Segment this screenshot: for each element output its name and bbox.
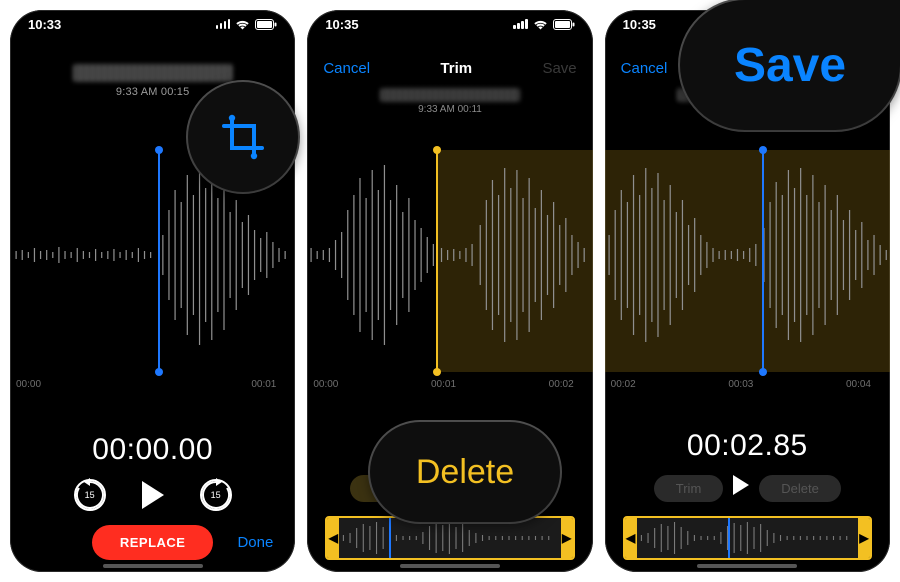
callout-save-label: Save — [680, 0, 900, 130]
trim-mode-row: Trim Delete — [605, 475, 890, 502]
waveform — [605, 140, 890, 370]
strip-handle-right[interactable]: ▶ — [858, 518, 870, 558]
recording-subtitle: 9:33 AM 00:11 — [307, 104, 592, 115]
callout-delete-label: Delete — [370, 422, 560, 522]
home-indicator[interactable] — [697, 564, 797, 568]
transport-controls: 15 15 — [10, 479, 295, 511]
cancel-button[interactable]: Cancel — [621, 60, 668, 77]
trim-handle-left[interactable] — [436, 150, 438, 372]
waveform — [307, 140, 592, 370]
battery-icon — [255, 19, 277, 30]
tutorial-stage: 10:33 9:33 AM 00:15 — [0, 0, 900, 582]
recording-title-redacted — [380, 88, 520, 102]
trim-pill[interactable]: Trim — [654, 475, 724, 502]
status-time: 10:35 — [623, 17, 656, 32]
status-bar: 10:35 — [307, 10, 592, 38]
crop-icon — [220, 114, 266, 160]
strip-handle-left[interactable]: ◀ — [327, 518, 339, 558]
controls-area: 00:02.85 Trim Delete ◀ ▶ — [605, 429, 890, 560]
strip-playhead[interactable] — [389, 518, 391, 558]
play-button[interactable] — [733, 475, 749, 502]
battery-icon — [553, 19, 575, 30]
cancel-button[interactable]: Cancel — [323, 60, 370, 77]
wifi-icon — [533, 19, 548, 30]
trim-thumbnail-strip[interactable]: ◀ ▶ — [325, 516, 574, 560]
play-button[interactable] — [142, 481, 164, 509]
playback-time: 00:02.85 — [605, 429, 890, 463]
time-axis: 00:00 00:01 00:02 — [307, 379, 592, 390]
status-time: 10:33 — [28, 17, 61, 32]
trim-thumbnail-strip[interactable]: ◀ ▶ — [623, 516, 872, 560]
signal-icon — [216, 19, 231, 29]
playback-time: 00:00.00 — [10, 433, 295, 467]
trim-title: Trim — [440, 60, 472, 77]
signal-icon — [513, 19, 528, 29]
done-button[interactable]: Done — [237, 534, 273, 551]
delete-pill[interactable]: Delete — [759, 475, 841, 502]
strip-playhead[interactable] — [728, 518, 730, 558]
home-indicator[interactable] — [400, 564, 500, 568]
skip-forward-button[interactable]: 15 — [200, 479, 232, 511]
recording-title-redacted — [73, 64, 233, 82]
time-axis: 00:00 00:01 — [10, 379, 295, 390]
wifi-icon — [235, 19, 250, 30]
waveform-area[interactable]: 00:00 00:01 00:02 — [307, 140, 592, 390]
status-bar: 10:33 — [10, 10, 295, 38]
playhead[interactable] — [762, 150, 764, 372]
replace-button[interactable]: REPLACE — [92, 525, 214, 560]
trim-header: Cancel Trim Save 9:33 AM 00:11 — [307, 50, 592, 130]
home-indicator[interactable] — [103, 564, 203, 568]
waveform-area[interactable]: 00:02 00:03 00:04 — [605, 140, 890, 390]
save-button[interactable]: Save — [542, 60, 576, 77]
strip-handle-left[interactable]: ◀ — [625, 518, 637, 558]
playhead[interactable] — [158, 150, 160, 372]
callout-crop-icon — [188, 82, 298, 192]
controls-area: 00:00.00 15 15 REPLACE Done — [10, 433, 295, 560]
time-axis: 00:02 00:03 00:04 — [605, 379, 890, 390]
status-time: 10:35 — [325, 17, 358, 32]
skip-back-button[interactable]: 15 — [74, 479, 106, 511]
strip-handle-right[interactable]: ▶ — [561, 518, 573, 558]
